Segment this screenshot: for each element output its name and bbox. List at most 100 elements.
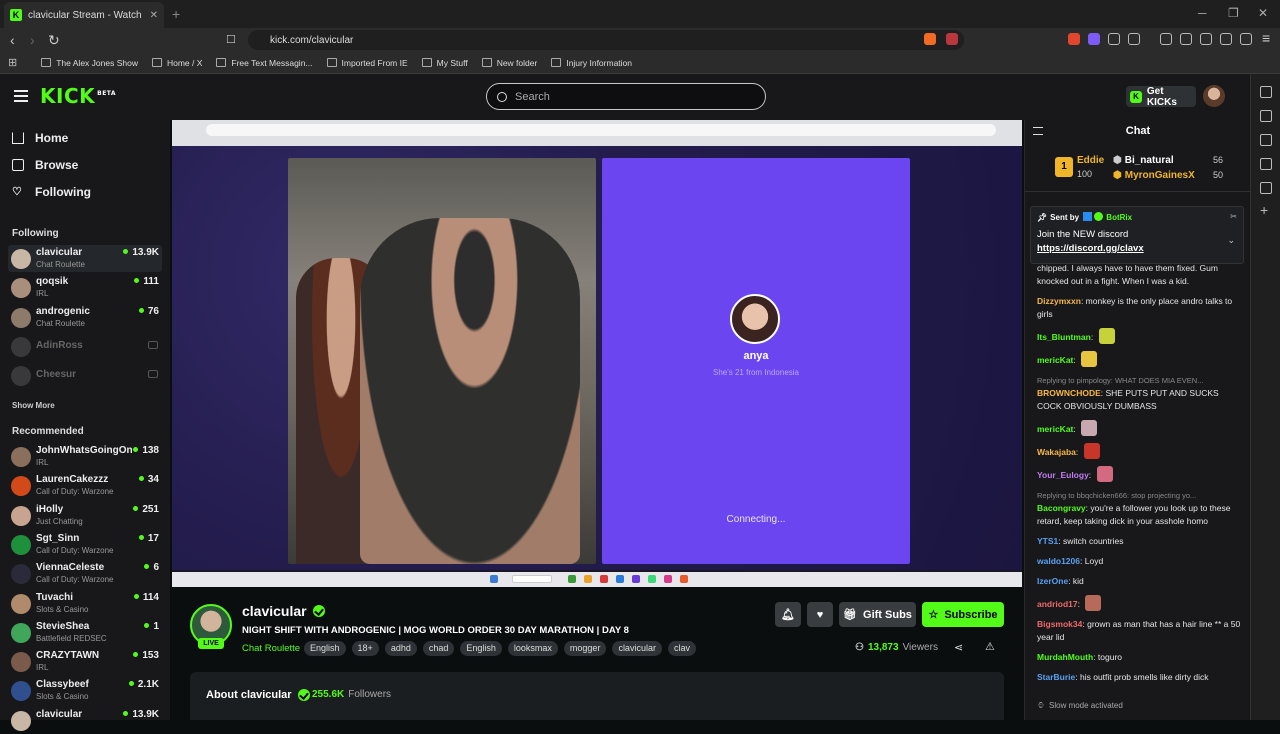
leader-name[interactable]: ⬢ MyronGainesX	[1113, 170, 1195, 181]
bookmark-item[interactable]: Free Text Messagin...	[216, 58, 313, 68]
url-field[interactable]: kick.com/clavicular	[248, 30, 964, 50]
brave-shield-icon[interactable]	[924, 33, 936, 45]
channel-item[interactable]: AdinRoss	[8, 333, 162, 360]
extensions-icon[interactable]	[1108, 33, 1120, 45]
sidebar-toggle-icon[interactable]	[1180, 33, 1192, 45]
tag[interactable]: clav	[667, 641, 696, 656]
shield-icon[interactable]	[1240, 33, 1252, 45]
browser-tab[interactable]: K clavicular Stream - Watch Liv… ✕	[4, 2, 164, 28]
chat-username[interactable]: waldo1206	[1037, 556, 1080, 566]
window-icon[interactable]	[1260, 134, 1272, 146]
show-more-link[interactable]: Show More	[12, 401, 55, 410]
forward-icon[interactable]: ›	[30, 32, 35, 48]
share-icon[interactable]: ⋖	[954, 641, 963, 654]
channel-item[interactable]: Tuvachi Slots & Casino 114	[8, 590, 162, 617]
bookmark-folder[interactable]: New folder	[481, 58, 537, 68]
chat-username[interactable]: Dizzymxxn	[1037, 296, 1081, 306]
channel-item[interactable]: Cheesur	[8, 362, 162, 389]
leader-name[interactable]: Eddie	[1077, 155, 1104, 166]
reload-icon[interactable]: ↻	[48, 32, 60, 49]
bookmark-folder[interactable]: Imported From IE	[326, 58, 408, 68]
chat-username[interactable]: Bacongravy	[1037, 503, 1086, 513]
wallet-icon[interactable]	[1200, 33, 1212, 45]
chat-username[interactable]: mericKat	[1037, 424, 1073, 434]
brave-rewards-icon[interactable]	[946, 33, 958, 45]
channel-item[interactable]: StevieShea Battlefield REDSEC 1	[8, 619, 162, 646]
follow-button[interactable]: ♥	[807, 602, 833, 627]
pinned-link[interactable]: https://discord.gg/clavx	[1037, 243, 1144, 254]
chevron-down-icon[interactable]: ⌄	[1227, 235, 1235, 246]
streamer-name[interactable]: clavicular	[242, 603, 325, 619]
get-kicks-button[interactable]: K Get KICKs	[1126, 86, 1196, 108]
leo-ai-icon[interactable]	[1220, 33, 1232, 45]
chat-username[interactable]: Its_Bluntman	[1037, 332, 1091, 342]
channel-item[interactable]: CRAZYTAWN IRL 153	[8, 648, 162, 675]
leo-ai-icon[interactable]	[1260, 86, 1272, 98]
chat-username[interactable]: MurdahMouth	[1037, 652, 1093, 662]
nav-home[interactable]: Home	[12, 131, 68, 145]
report-icon[interactable]: ⚠	[985, 640, 995, 653]
bookmark-folder[interactable]: Injury Information	[551, 58, 632, 68]
chat-username[interactable]: StarBurie	[1037, 672, 1075, 682]
minimize-icon[interactable]: ─	[1198, 6, 1207, 20]
channel-item[interactable]: qoqsik IRL 111	[8, 274, 162, 301]
tag[interactable]: looksmax	[507, 641, 558, 656]
extension-fox-icon[interactable]	[1068, 33, 1080, 45]
tag[interactable]: 18+	[351, 641, 379, 656]
unpin-icon[interactable]: ✂	[1230, 212, 1237, 221]
nav-following[interactable]: ♡ Following	[12, 185, 91, 199]
tag[interactable]: chad	[422, 641, 455, 656]
maximize-icon[interactable]: ❐	[1228, 6, 1239, 20]
channel-item[interactable]: ViennaCeleste Call of Duty: Warzone 6	[8, 560, 162, 587]
gift-subs-button[interactable]: 🎁︎ Gift Subs	[839, 602, 916, 627]
new-tab-button[interactable]: +	[172, 6, 180, 22]
chat-username[interactable]: Bigsmok34	[1037, 619, 1082, 629]
bookmark-icon[interactable]: ☐	[226, 33, 236, 46]
hamburger-menu-icon[interactable]	[14, 90, 28, 102]
bookmark-item[interactable]: Home / X	[151, 58, 202, 68]
bookmarks-icon[interactable]	[1260, 182, 1272, 194]
menu-icon[interactable]: ≡	[1262, 30, 1270, 46]
nav-browse[interactable]: Browse	[12, 158, 78, 172]
tag[interactable]: English	[304, 641, 346, 656]
tag[interactable]: mogger	[563, 641, 607, 656]
apps-icon[interactable]: ⊞	[8, 56, 17, 69]
tag[interactable]: adhd	[384, 641, 417, 656]
add-panel-icon[interactable]: +	[1260, 202, 1268, 218]
window-close-icon[interactable]: ✕	[1258, 6, 1268, 20]
chat-username[interactable]: Wakajaba	[1037, 447, 1076, 457]
chat-username[interactable]: andriod17	[1037, 599, 1078, 609]
channel-item[interactable]: iHolly Just Chatting 251	[8, 502, 162, 529]
back-icon[interactable]: ‹	[10, 32, 15, 48]
pinned-message[interactable]: 📌︎ Sent by BotRix ✂ Join the NEW discord …	[1030, 206, 1244, 264]
leader-name[interactable]: ⬢ Bi_natural	[1113, 155, 1174, 166]
wallet-icon[interactable]	[1260, 110, 1272, 122]
bookmark-item[interactable]: The Alex Jones Show	[41, 58, 138, 68]
bookmark-folder[interactable]: My Stuff	[421, 58, 468, 68]
close-tab-icon[interactable]: ✕	[150, 10, 158, 21]
chat-username[interactable]: BROWNCHODE	[1037, 388, 1101, 398]
channel-item[interactable]: Classybeef Slots & Casino 2.1K	[8, 677, 162, 704]
notification-bell-button[interactable]: 🔔︎	[775, 602, 801, 627]
subscribe-button[interactable]: ☆ Subscribe	[922, 602, 1004, 627]
reading-list-icon[interactable]	[1260, 158, 1272, 170]
tag[interactable]: clavicular	[612, 641, 662, 656]
extension-purple-icon[interactable]	[1088, 33, 1100, 45]
extension-wallet-icon[interactable]	[1128, 33, 1140, 45]
channel-item[interactable]: androgenic Chat Roulette 76	[8, 304, 162, 331]
channel-item[interactable]: clavicular 13.9K	[8, 707, 162, 734]
channel-item[interactable]: clavicular Chat Roulette 13.9K	[8, 245, 162, 272]
channel-item[interactable]: JohnWhatsGoingOn IRL 138	[8, 443, 162, 470]
channel-item[interactable]: LaurenCakezzz Call of Duty: Warzone 34	[8, 472, 162, 499]
channel-item[interactable]: Sgt_Sinn Call of Duty: Warzone 17	[8, 531, 162, 558]
category-link[interactable]: Chat Roulette	[242, 643, 300, 654]
tag[interactable]: English	[460, 641, 502, 656]
user-avatar[interactable]	[1203, 85, 1225, 107]
music-icon[interactable]	[1160, 33, 1172, 45]
kick-logo[interactable]: KICK BETA	[40, 84, 116, 108]
chat-username[interactable]: Your_Eulogy	[1037, 470, 1089, 480]
chat-username[interactable]: YTS1	[1037, 536, 1058, 546]
chat-username[interactable]: mericKat	[1037, 355, 1073, 365]
search-input[interactable]: Search	[486, 83, 766, 110]
video-player[interactable]: anya She's 21 from Indonesia Connecting.…	[172, 120, 1022, 587]
